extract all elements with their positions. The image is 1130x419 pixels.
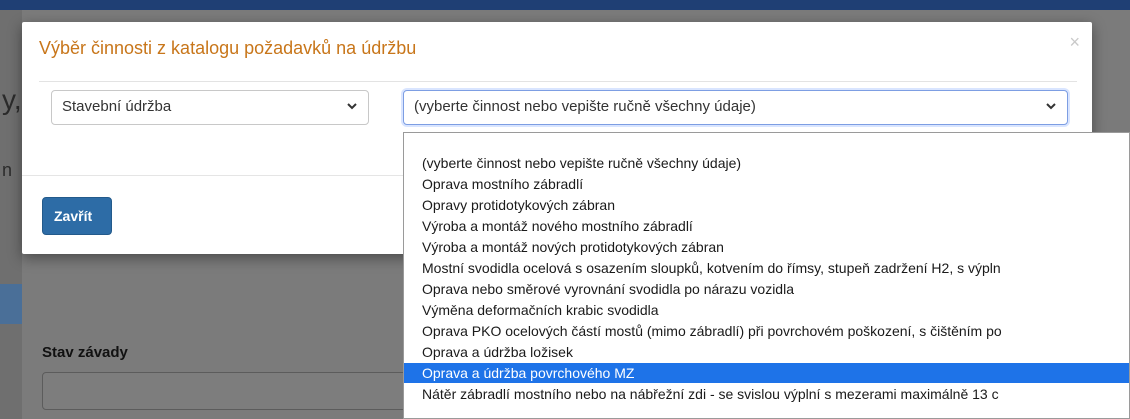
chevron-down-icon	[347, 103, 357, 110]
activity-select-value: (vyberte činnost nebo vepište ručně všec…	[414, 98, 756, 115]
dropdown-option[interactable]: Oprava a údržba ložisek	[404, 342, 1129, 362]
dropdown-option[interactable]: Mostní svodidla ocelová s osazením sloup…	[404, 258, 1129, 278]
dropdown-option[interactable]: Oprava mostního zábradlí	[404, 174, 1129, 194]
category-select[interactable]: Stavební údržba	[51, 90, 369, 125]
dropdown-option[interactable]: Výroba a montáž nových protidotykových z…	[404, 237, 1129, 257]
modal-header-divider	[39, 81, 1077, 82]
dropdown-option[interactable]: Výměna deformačních krabic svodidla	[404, 300, 1129, 320]
dropdown-option[interactable]: Opravy protidotykových zábran	[404, 195, 1129, 215]
dropdown-option-selected[interactable]: Oprava a údržba povrchového MZ	[404, 363, 1129, 383]
defect-status-label: Stav závady	[42, 344, 128, 361]
left-backdrop-strip	[0, 10, 22, 419]
activity-dropdown-list: (vyberte činnost nebo vepište ručně všec…	[403, 132, 1130, 419]
dropdown-option[interactable]: Oprava PKO ocelových částí mostů (mimo z…	[404, 321, 1129, 341]
defect-status-field	[42, 372, 412, 410]
dropdown-option[interactable]: Výroba a montáž nového mostního zábradlí	[404, 216, 1129, 236]
background-text-fragment: y,	[2, 84, 22, 115]
top-navbar	[0, 0, 1130, 10]
dropdown-option[interactable]: Oprava nebo směrové vyrovnání svodidla p…	[404, 279, 1129, 299]
category-select-value: Stavební údržba	[62, 98, 172, 115]
background-text-fragment: n	[2, 160, 13, 180]
close-button[interactable]: Zavřít	[42, 197, 112, 235]
background-button-fragment	[0, 284, 22, 324]
close-icon[interactable]: ×	[1069, 32, 1080, 53]
modal-title: Výběr činnosti z katalogu požadavků na ú…	[39, 38, 417, 58]
chevron-down-icon	[1046, 103, 1056, 110]
dropdown-option[interactable]: (vyberte činnost nebo vepište ručně všec…	[404, 153, 1129, 173]
dropdown-option[interactable]: Nátěr zábradlí mostního nebo na nábřežní…	[404, 384, 1129, 404]
activity-select[interactable]: (vyberte činnost nebo vepište ručně všec…	[403, 90, 1068, 125]
